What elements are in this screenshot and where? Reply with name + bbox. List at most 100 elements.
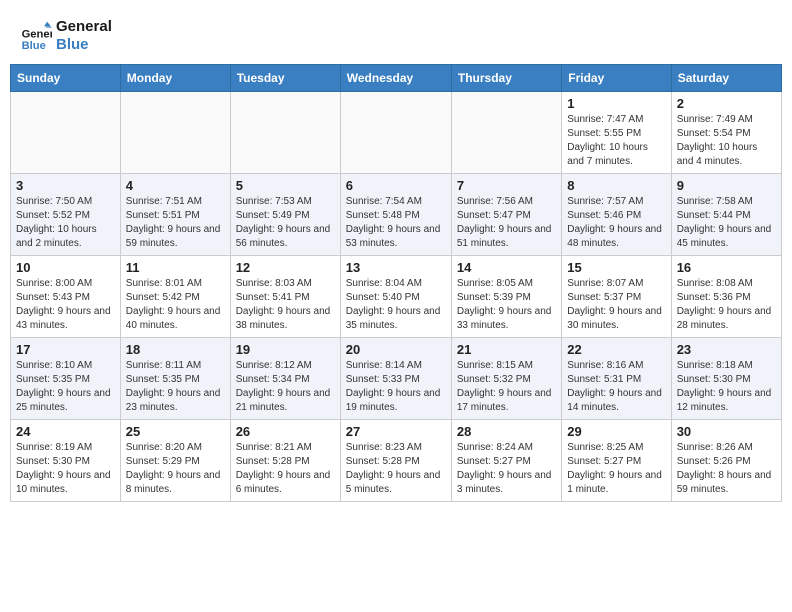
day-number: 14 xyxy=(457,260,556,275)
calendar-cell: 9 Sunrise: 7:58 AMSunset: 5:44 PMDaylight… xyxy=(671,174,781,256)
week-row-2: 3 Sunrise: 7:50 AMSunset: 5:52 PMDaylight… xyxy=(11,174,782,256)
day-number: 2 xyxy=(677,96,776,111)
calendar-cell: 21 Sunrise: 8:15 AMSunset: 5:32 PMDayligh… xyxy=(451,338,561,420)
weekday-header-saturday: Saturday xyxy=(671,65,781,92)
day-info: Sunrise: 8:05 AMSunset: 5:39 PMDaylight:… xyxy=(457,277,556,333)
day-info: Sunrise: 7:53 AMSunset: 5:49 PMDaylight:… xyxy=(236,195,335,251)
day-number: 12 xyxy=(236,260,335,275)
day-number: 5 xyxy=(236,178,335,193)
day-number: 25 xyxy=(126,424,225,439)
day-info: Sunrise: 7:56 AMSunset: 5:47 PMDaylight:… xyxy=(457,195,556,251)
week-row-3: 10 Sunrise: 8:00 AMSunset: 5:43 PMDayligh… xyxy=(11,256,782,338)
weekday-header-monday: Monday xyxy=(120,65,230,92)
calendar-cell: 19Sunrise: 8:12 AMSunset: 5:34 PMDayligh… xyxy=(230,338,340,420)
calendar-cell: 1 Sunrise: 7:47 AMSunset: 5:55 PMDaylight… xyxy=(562,92,671,174)
svg-text:General: General xyxy=(22,29,52,41)
day-info: Sunrise: 7:47 AMSunset: 5:55 PMDaylight:… xyxy=(567,113,665,169)
week-row-4: 17Sunrise: 8:10 AMSunset: 5:35 PMDayligh… xyxy=(11,338,782,420)
day-info: Sunrise: 8:21 AMSunset: 5:28 PMDaylight:… xyxy=(236,441,335,497)
week-row-1: 1 Sunrise: 7:47 AMSunset: 5:55 PMDaylight… xyxy=(11,92,782,174)
calendar-cell: 5 Sunrise: 7:53 AMSunset: 5:49 PMDaylight… xyxy=(230,174,340,256)
day-info: Sunrise: 7:51 AMSunset: 5:51 PMDaylight:… xyxy=(126,195,225,251)
day-info: Sunrise: 8:16 AMSunset: 5:31 PMDaylight:… xyxy=(567,359,665,415)
day-number: 24 xyxy=(16,424,115,439)
logo-icon: General Blue xyxy=(20,20,52,52)
day-number: 21 xyxy=(457,342,556,357)
day-info: Sunrise: 8:08 AMSunset: 5:36 PMDaylight:… xyxy=(677,277,776,333)
calendar-cell: 18Sunrise: 8:11 AMSunset: 5:35 PMDayligh… xyxy=(120,338,230,420)
day-number: 20 xyxy=(346,342,446,357)
day-info: Sunrise: 8:24 AMSunset: 5:27 PMDaylight:… xyxy=(457,441,556,497)
calendar-cell: 24 Sunrise: 8:19 AMSunset: 5:30 PMDayligh… xyxy=(11,420,121,502)
day-info: Sunrise: 8:07 AMSunset: 5:37 PMDaylight:… xyxy=(567,277,665,333)
day-info: Sunrise: 8:00 AMSunset: 5:43 PMDaylight:… xyxy=(16,277,115,333)
day-number: 10 xyxy=(16,260,115,275)
day-info: Sunrise: 8:03 AMSunset: 5:41 PMDaylight:… xyxy=(236,277,335,333)
logo: General Blue General Blue xyxy=(20,18,112,54)
calendar-table: SundayMondayTuesdayWednesdayThursdayFrid… xyxy=(10,64,782,502)
calendar-cell: 16 Sunrise: 8:08 AMSunset: 5:36 PMDayligh… xyxy=(671,256,781,338)
day-number: 11 xyxy=(126,260,225,275)
day-info: Sunrise: 8:04 AMSunset: 5:40 PMDaylight:… xyxy=(346,277,446,333)
svg-text:Blue: Blue xyxy=(22,40,46,52)
day-info: Sunrise: 8:12 AMSunset: 5:34 PMDaylight:… xyxy=(236,359,335,415)
calendar-cell xyxy=(340,92,451,174)
day-info: Sunrise: 8:11 AMSunset: 5:35 PMDaylight:… xyxy=(126,359,225,415)
calendar-cell: 26Sunrise: 8:21 AMSunset: 5:28 PMDayligh… xyxy=(230,420,340,502)
weekday-header-sunday: Sunday xyxy=(11,65,121,92)
calendar-cell: 6 Sunrise: 7:54 AMSunset: 5:48 PMDaylight… xyxy=(340,174,451,256)
calendar-cell: 8 Sunrise: 7:57 AMSunset: 5:46 PMDaylight… xyxy=(562,174,671,256)
weekday-header-thursday: Thursday xyxy=(451,65,561,92)
calendar-cell: 14 Sunrise: 8:05 AMSunset: 5:39 PMDayligh… xyxy=(451,256,561,338)
day-info: Sunrise: 7:50 AMSunset: 5:52 PMDaylight:… xyxy=(16,195,115,251)
week-row-5: 24 Sunrise: 8:19 AMSunset: 5:30 PMDayligh… xyxy=(11,420,782,502)
day-number: 1 xyxy=(567,96,665,111)
calendar-cell: 30 Sunrise: 8:26 AMSunset: 5:26 PMDayligh… xyxy=(671,420,781,502)
day-number: 8 xyxy=(567,178,665,193)
calendar-cell xyxy=(451,92,561,174)
day-info: Sunrise: 8:26 AMSunset: 5:26 PMDaylight:… xyxy=(677,441,776,497)
day-info: Sunrise: 7:54 AMSunset: 5:48 PMDaylight:… xyxy=(346,195,446,251)
calendar-cell: 29 Sunrise: 8:25 AMSunset: 5:27 PMDayligh… xyxy=(562,420,671,502)
calendar-cell: 10 Sunrise: 8:00 AMSunset: 5:43 PMDayligh… xyxy=(11,256,121,338)
calendar-cell: 12 Sunrise: 8:03 AMSunset: 5:41 PMDayligh… xyxy=(230,256,340,338)
calendar-cell: 2Sunrise: 7:49 AMSunset: 5:54 PMDaylight… xyxy=(671,92,781,174)
day-number: 15 xyxy=(567,260,665,275)
calendar-cell: 23 Sunrise: 8:18 AMSunset: 5:30 PMDayligh… xyxy=(671,338,781,420)
day-info: Sunrise: 8:14 AMSunset: 5:33 PMDaylight:… xyxy=(346,359,446,415)
day-number: 17 xyxy=(16,342,115,357)
day-info: Sunrise: 7:57 AMSunset: 5:46 PMDaylight:… xyxy=(567,195,665,251)
calendar-cell: 28 Sunrise: 8:24 AMSunset: 5:27 PMDayligh… xyxy=(451,420,561,502)
weekday-header-wednesday: Wednesday xyxy=(340,65,451,92)
calendar-cell: 13 Sunrise: 8:04 AMSunset: 5:40 PMDayligh… xyxy=(340,256,451,338)
weekday-header-friday: Friday xyxy=(562,65,671,92)
calendar-cell: 17Sunrise: 8:10 AMSunset: 5:35 PMDayligh… xyxy=(11,338,121,420)
calendar-cell: 11 Sunrise: 8:01 AMSunset: 5:42 PMDayligh… xyxy=(120,256,230,338)
day-number: 16 xyxy=(677,260,776,275)
day-number: 4 xyxy=(126,178,225,193)
day-number: 28 xyxy=(457,424,556,439)
day-number: 23 xyxy=(677,342,776,357)
calendar-cell: 22Sunrise: 8:16 AMSunset: 5:31 PMDayligh… xyxy=(562,338,671,420)
day-info: Sunrise: 7:58 AMSunset: 5:44 PMDaylight:… xyxy=(677,195,776,251)
day-info: Sunrise: 8:19 AMSunset: 5:30 PMDaylight:… xyxy=(16,441,115,497)
weekday-header-tuesday: Tuesday xyxy=(230,65,340,92)
day-number: 9 xyxy=(677,178,776,193)
day-info: Sunrise: 8:23 AMSunset: 5:28 PMDaylight:… xyxy=(346,441,446,497)
day-info: Sunrise: 8:25 AMSunset: 5:27 PMDaylight:… xyxy=(567,441,665,497)
day-number: 27 xyxy=(346,424,446,439)
day-number: 29 xyxy=(567,424,665,439)
day-number: 6 xyxy=(346,178,446,193)
day-number: 13 xyxy=(346,260,446,275)
day-info: Sunrise: 8:01 AMSunset: 5:42 PMDaylight:… xyxy=(126,277,225,333)
day-number: 30 xyxy=(677,424,776,439)
logo-text-blue: Blue xyxy=(56,36,112,54)
day-info: Sunrise: 8:18 AMSunset: 5:30 PMDaylight:… xyxy=(677,359,776,415)
day-number: 3 xyxy=(16,178,115,193)
day-info: Sunrise: 8:15 AMSunset: 5:32 PMDaylight:… xyxy=(457,359,556,415)
day-info: Sunrise: 8:20 AMSunset: 5:29 PMDaylight:… xyxy=(126,441,225,497)
calendar-cell: 15 Sunrise: 8:07 AMSunset: 5:37 PMDayligh… xyxy=(562,256,671,338)
calendar-cell: 20 Sunrise: 8:14 AMSunset: 5:33 PMDayligh… xyxy=(340,338,451,420)
calendar-cell xyxy=(11,92,121,174)
logo-text-general: General xyxy=(56,18,112,36)
